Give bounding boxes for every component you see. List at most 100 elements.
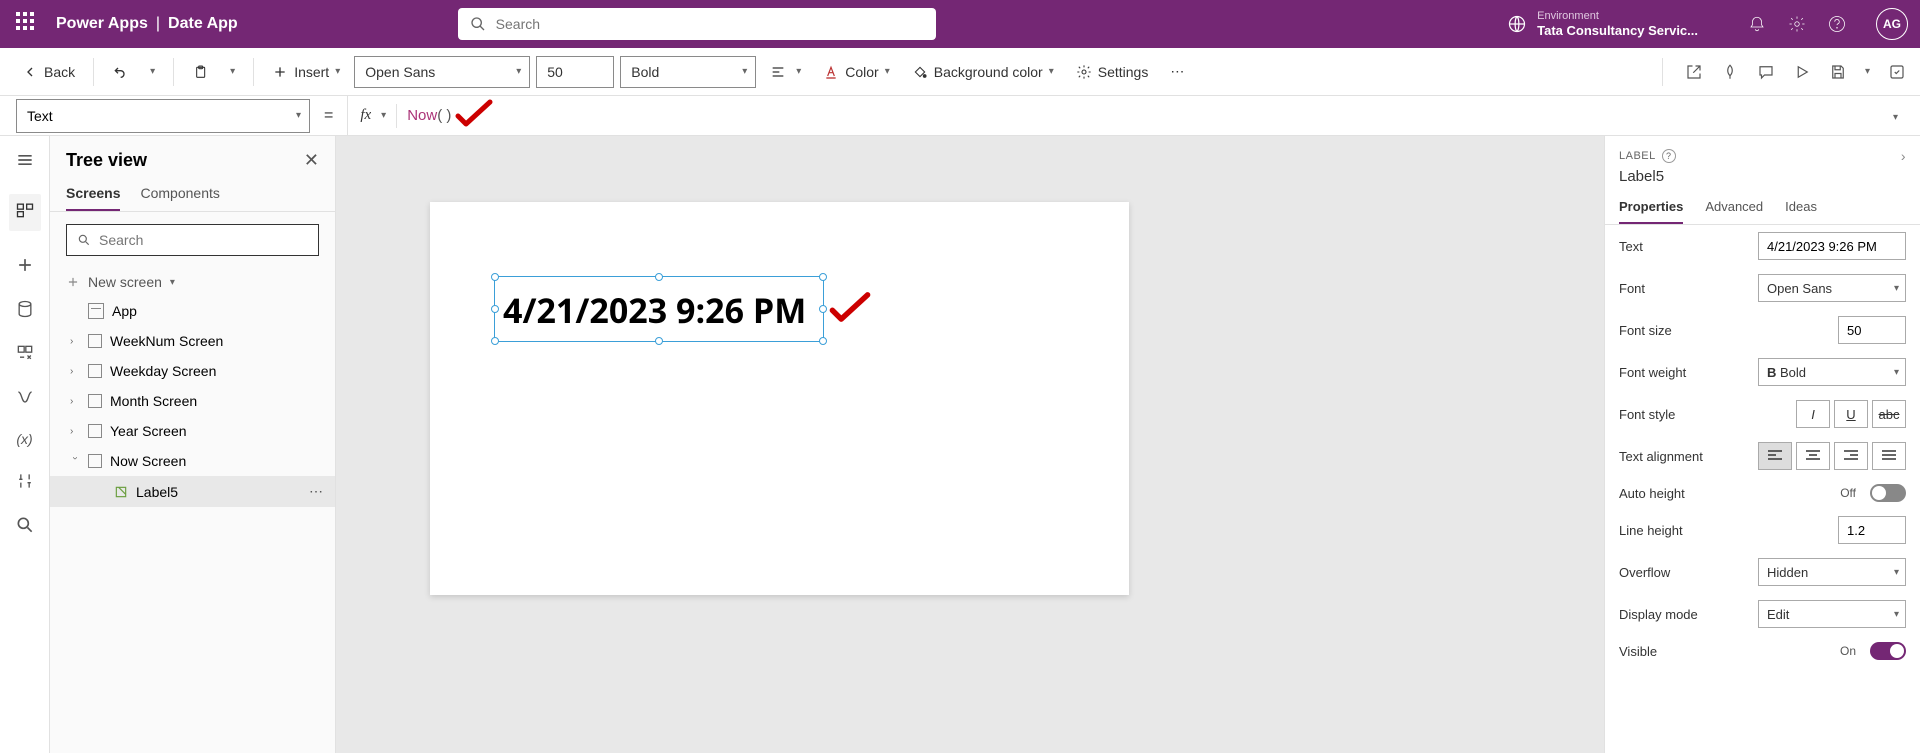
resize-handle[interactable]: [491, 273, 499, 281]
hamburger-icon[interactable]: [15, 150, 35, 170]
paste-button[interactable]: [184, 60, 216, 84]
tree-item-screen[interactable]: ›Now Screen: [50, 446, 335, 476]
help-icon[interactable]: [1828, 15, 1846, 33]
undo-menu[interactable]: ▾: [142, 62, 163, 81]
search-rail-icon[interactable]: [15, 515, 35, 535]
prop-font-select[interactable]: Open Sans▾: [1758, 274, 1906, 302]
prop-font-weight-select[interactable]: B Bold▾: [1758, 358, 1906, 386]
prop-text-align-label: Text alignment: [1619, 449, 1750, 464]
strike-button[interactable]: abc: [1872, 400, 1906, 428]
tree-item-screen[interactable]: ›Weekday Screen: [50, 356, 335, 386]
resize-handle[interactable]: [819, 337, 827, 345]
align-center-button[interactable]: [1796, 442, 1830, 470]
italic-button[interactable]: I: [1796, 400, 1830, 428]
save-icon[interactable]: [1829, 63, 1847, 81]
play-icon[interactable]: [1793, 63, 1811, 81]
resize-handle[interactable]: [819, 273, 827, 281]
more-button[interactable]: ⋯: [1162, 59, 1192, 84]
tab-screens[interactable]: Screens: [66, 185, 120, 211]
tree-search[interactable]: [66, 224, 319, 256]
property-selector[interactable]: Text▾: [16, 99, 310, 133]
color-button[interactable]: Color▾: [815, 60, 898, 84]
screen-artboard[interactable]: 4/21/2023 9:26 PM: [430, 202, 1129, 595]
app-launcher-icon[interactable]: [16, 12, 40, 36]
font-selector[interactable]: Open Sans▾: [354, 56, 530, 88]
back-button[interactable]: Back: [14, 60, 83, 84]
media-icon[interactable]: [15, 343, 35, 363]
insert-rail-icon[interactable]: [15, 255, 35, 275]
global-search[interactable]: [458, 8, 936, 40]
new-screen-button[interactable]: New screen ▾: [50, 268, 335, 296]
fx-menu[interactable]: ▾: [381, 110, 386, 121]
data-icon[interactable]: [15, 299, 35, 319]
tools-icon[interactable]: [15, 471, 35, 491]
tree-item-label[interactable]: Label5 ⋯: [50, 476, 335, 507]
app-icon: [88, 303, 104, 319]
align-button[interactable]: ▾: [762, 60, 809, 84]
auto-height-toggle[interactable]: [1870, 484, 1906, 502]
user-avatar[interactable]: AG: [1876, 8, 1908, 40]
formula-expand[interactable]: ▾: [1887, 107, 1904, 125]
variables-icon[interactable]: (x): [16, 431, 32, 447]
selected-control[interactable]: 4/21/2023 9:26 PM: [494, 276, 824, 342]
annotation-check-icon: [454, 98, 494, 128]
insert-button[interactable]: Insert ▾: [264, 60, 348, 84]
tree-item-screen[interactable]: ›WeekNum Screen: [50, 326, 335, 356]
align-left-button[interactable]: [1758, 442, 1792, 470]
tree-view-icon[interactable]: [15, 200, 35, 220]
screen-icon: [88, 364, 102, 378]
label-text: 4/21/2023 9:26 PM: [495, 277, 823, 343]
tab-components[interactable]: Components: [140, 185, 219, 211]
comments-icon[interactable]: [1757, 63, 1775, 81]
resize-handle[interactable]: [655, 337, 663, 345]
tree-item-screen[interactable]: ›Month Screen: [50, 386, 335, 416]
tree-close-button[interactable]: ✕: [304, 150, 319, 171]
settings-button[interactable]: Settings: [1068, 60, 1157, 84]
prop-line-height-input[interactable]: [1838, 516, 1906, 544]
undo-icon: [112, 64, 128, 80]
fx-icon[interactable]: fx: [360, 107, 371, 124]
arrow-left-icon: [22, 64, 38, 80]
resize-handle[interactable]: [655, 273, 663, 281]
align-justify-button[interactable]: [1872, 442, 1906, 470]
formula-input[interactable]: Now( ): [407, 107, 451, 124]
control-name[interactable]: Label5: [1619, 168, 1906, 185]
share-icon[interactable]: [1685, 63, 1703, 81]
undo-button[interactable]: [104, 60, 136, 84]
screen-icon: [88, 334, 102, 348]
prop-font-label: Font: [1619, 281, 1750, 296]
paste-menu[interactable]: ▾: [222, 62, 243, 81]
align-icon: [770, 64, 786, 80]
prop-font-size-input[interactable]: [1838, 316, 1906, 344]
save-menu[interactable]: ▾: [1865, 66, 1870, 77]
tab-properties[interactable]: Properties: [1619, 199, 1683, 224]
font-weight-selector[interactable]: Bold▾: [620, 56, 756, 88]
tree-search-input[interactable]: [99, 232, 308, 248]
canvas[interactable]: 4/21/2023 9:26 PM: [336, 136, 1604, 753]
flows-icon[interactable]: [15, 387, 35, 407]
environment-selector[interactable]: Environment Tata Consultancy Servic...: [1537, 10, 1698, 39]
font-size-input[interactable]: 50: [536, 56, 614, 88]
underline-button[interactable]: U: [1834, 400, 1868, 428]
resize-handle[interactable]: [491, 305, 499, 313]
align-right-button[interactable]: [1834, 442, 1868, 470]
bg-color-button[interactable]: Background color▾: [904, 60, 1062, 84]
settings-icon[interactable]: [1788, 15, 1806, 33]
resize-handle[interactable]: [819, 305, 827, 313]
tab-advanced[interactable]: Advanced: [1705, 199, 1763, 224]
tab-ideas[interactable]: Ideas: [1785, 199, 1817, 224]
help-icon[interactable]: ?: [1662, 149, 1676, 163]
visible-toggle[interactable]: [1870, 642, 1906, 660]
notifications-icon[interactable]: [1748, 15, 1766, 33]
checker-icon[interactable]: [1721, 63, 1739, 81]
prop-display-mode-select[interactable]: Edit▾: [1758, 600, 1906, 628]
search-input[interactable]: [496, 16, 924, 32]
resize-handle[interactable]: [491, 337, 499, 345]
tree-item-screen[interactable]: ›Year Screen: [50, 416, 335, 446]
prop-text-input[interactable]: [1758, 232, 1906, 260]
prop-overflow-select[interactable]: Hidden▾: [1758, 558, 1906, 586]
publish-icon[interactable]: [1888, 63, 1906, 81]
panel-collapse[interactable]: ›: [1901, 148, 1906, 164]
tree-item-app[interactable]: App: [50, 296, 335, 326]
tree-item-more[interactable]: ⋯: [309, 483, 325, 500]
